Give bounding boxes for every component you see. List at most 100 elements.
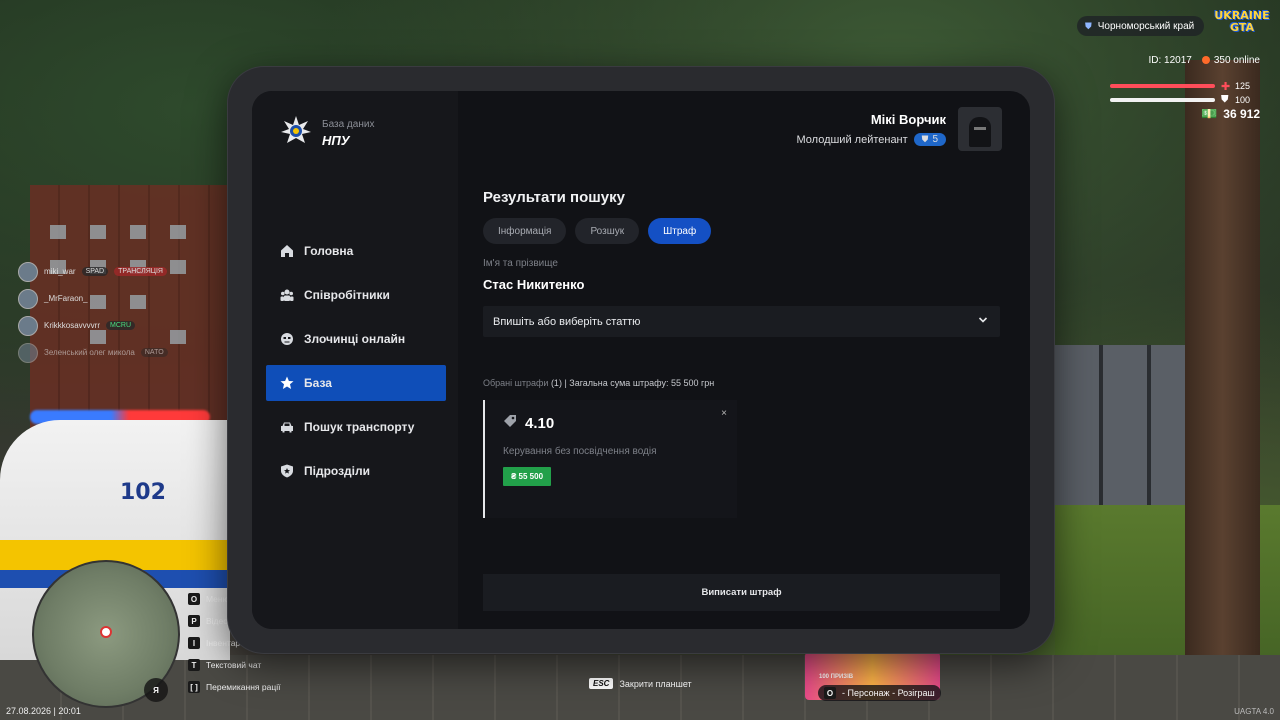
chat-row: Krikkkosavvvvrr MCRU <box>18 312 168 339</box>
fines-summary-label: Обрані штрафи <box>483 378 549 388</box>
profile-rank-row: Молодший лейтенант ⛊ 5 <box>796 133 946 146</box>
voice-chat-list: miki_war SPAD ТРАНСЛЯЦІЯ _MrFaraon_ Krik… <box>18 258 168 366</box>
player-id: ID: 12017 <box>1148 55 1192 66</box>
chat-name: _MrFaraon_ <box>44 294 88 303</box>
page-title: Результати пошуку <box>483 189 625 206</box>
police-star-icon <box>280 115 312 152</box>
sidebar-item-employees[interactable]: Співробітники <box>266 277 446 313</box>
fines-summary-total: (1) | Загальна сума штрафу: 55 500 грн <box>550 378 715 388</box>
microphone-icon[interactable]: Я <box>144 678 168 702</box>
money-display: 💵 36 912 <box>1201 106 1260 122</box>
online-dot-icon <box>1201 56 1210 64</box>
key-cap: P <box>188 615 200 627</box>
fine-code: 4.10 <box>525 414 555 432</box>
armor-icon: ⛊ <box>1221 94 1229 105</box>
sidebar-item-home[interactable]: Головна <box>266 233 446 269</box>
chat-tag-stream: ТРАНСЛЯЦІЯ <box>114 267 167 276</box>
car-icon <box>280 420 294 434</box>
tab-wanted[interactable]: Розшук <box>575 218 640 244</box>
key-cap: [ ] <box>188 681 200 693</box>
tag-icon <box>503 414 517 432</box>
logo-line-2: GTA <box>1230 21 1254 34</box>
home-icon <box>280 244 294 258</box>
sidebar-item-criminals-online[interactable]: Злочинці онлайн <box>266 321 446 357</box>
close-tablet-label: Закрити планшет <box>619 678 692 689</box>
region-indicator: ⛊ Чорноморський край <box>1077 16 1205 36</box>
banner-hint-label: - Персонаж - Розіграш <box>842 688 935 698</box>
key-label: Перемикання рації <box>206 682 281 692</box>
sidebar-item-vehicle-search[interactable]: Пошук транспорту <box>266 409 446 445</box>
key-label: Меню <box>206 594 229 604</box>
shield-icon: ⛊ <box>921 134 929 144</box>
close-tablet-hint[interactable]: ESC Закрити планшет <box>589 678 692 689</box>
chat-tag: NATO <box>140 348 168 357</box>
tablet-screen: База даних НПУ Головна Співробітники Зло… <box>252 91 1030 629</box>
sidebar-menu: Головна Співробітники Злочинці онлайн Ба… <box>266 233 446 497</box>
avatar <box>18 288 38 309</box>
date-time: 27.08.2026 | 20:01 <box>6 706 81 716</box>
article-select-placeholder: Впишіть або виберіть статтю <box>493 315 641 328</box>
avatar-figure <box>969 117 991 147</box>
tab-fine[interactable]: Штраф <box>648 218 712 244</box>
brand-subtitle: База даних <box>322 119 375 130</box>
mic-key: Я <box>153 685 159 695</box>
key-cap: I <box>188 637 200 649</box>
fine-code-row: 4.10 <box>503 414 719 432</box>
chat-name: Зеленський олег микола <box>44 348 135 357</box>
cash-icon: 💵 <box>1201 106 1218 121</box>
user-profile: Мікі Ворчик Молодший лейтенант ⛊ 5 <box>796 107 1002 151</box>
region-name: Чорноморський край <box>1097 20 1195 32</box>
sidebar-item-label: Підрозділи <box>304 464 370 478</box>
brand: База даних НПУ <box>280 115 374 152</box>
article-select[interactable]: Впишіть або виберіть статтю <box>483 306 1000 337</box>
key-label: Відео <box>206 616 228 626</box>
keybind-row: [ ] Перемикання рації <box>188 676 280 698</box>
chevron-down-icon <box>978 315 988 328</box>
police-tablet: База даних НПУ Головна Співробітники Зло… <box>228 67 1054 653</box>
star-icon <box>280 376 294 390</box>
car-plate-number: 102 <box>120 480 166 505</box>
sidebar-item-label: Пошук транспорту <box>304 420 415 434</box>
sidebar-item-label: Головна <box>304 244 354 258</box>
chat-row: miki_war SPAD ТРАНСЛЯЦІЯ <box>18 258 168 285</box>
keybind-row: T Текстовий чат <box>188 654 280 676</box>
player-marker-icon <box>100 626 112 638</box>
avatar <box>958 107 1002 151</box>
sidebar-item-database[interactable]: База <box>266 365 446 401</box>
online-count: 350 online <box>1213 55 1260 66</box>
player-id-online: ID: 12017 350 online <box>1148 55 1260 66</box>
close-icon[interactable]: × <box>721 408 727 419</box>
result-tabs: Інформація Розшук Штраф <box>483 218 1001 244</box>
banner-hint[interactable]: O - Персонаж - Розіграш <box>818 685 941 701</box>
armor-bar <box>1110 98 1215 102</box>
chat-row: _MrFaraon_ <box>18 285 168 312</box>
key-cap: O <box>188 593 200 605</box>
fine-amount: ₴ 55 500 <box>503 467 552 486</box>
game-version: UAGTA 4.0 <box>1234 707 1274 716</box>
sidebar-item-label: База <box>304 376 332 390</box>
promo-banner-text: 100 ПРИЗІВ <box>819 674 854 680</box>
sidebar: База даних НПУ Головна Співробітники Зло… <box>252 91 458 629</box>
avatar <box>18 315 38 336</box>
chat-tag: MCRU <box>106 321 136 330</box>
profile-name: Мікі Ворчик <box>870 112 946 127</box>
fine-description: Керування без посвідчення водія <box>503 446 657 457</box>
person-name: Стас Никитенко <box>483 277 585 292</box>
sidebar-item-units[interactable]: Підрозділи <box>266 453 446 489</box>
key-cap: T <box>188 659 200 671</box>
health-bar <box>1110 84 1215 88</box>
fine-card: × 4.10 Керування без посвідчення водія ₴… <box>483 400 737 518</box>
shield-icon <box>280 464 294 478</box>
issue-fine-button[interactable]: Виписати штраф <box>483 574 1000 611</box>
health-value: 125 <box>1235 81 1251 91</box>
background-building-right <box>1055 345 1205 505</box>
avatar <box>18 342 38 363</box>
chat-name: miki_war <box>44 267 76 276</box>
chat-row: Зеленський олег микола NATO <box>18 339 168 366</box>
tab-information[interactable]: Інформація <box>483 218 567 244</box>
key-label: Текстовий чат <box>206 660 262 670</box>
health-icon: ✚ <box>1221 81 1231 93</box>
rank-badge: ⛊ 5 <box>913 133 946 146</box>
background-tree-trunk <box>1185 60 1260 720</box>
shield-icon: ⛊ <box>1085 20 1092 31</box>
